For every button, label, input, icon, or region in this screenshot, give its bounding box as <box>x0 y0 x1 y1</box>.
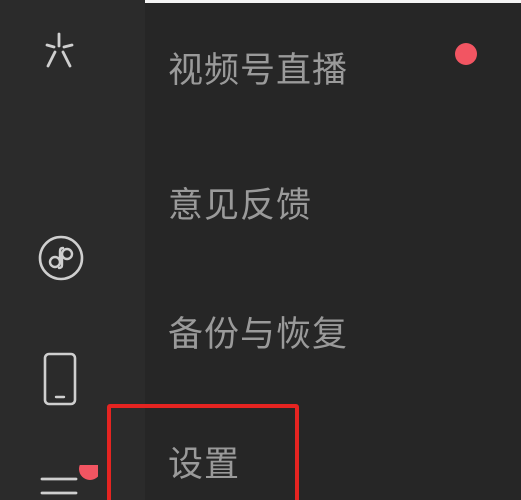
menu-item-feedback[interactable]: 意见反馈 <box>168 189 312 224</box>
phone-icon[interactable] <box>40 350 80 410</box>
settings-highlight-frame <box>107 404 299 500</box>
wechat-menu-screen: 视频号直播 意见反馈 备份与恢复 设置 <box>0 0 521 500</box>
menu-top-border <box>145 0 521 3</box>
new-badge-dot <box>455 43 477 65</box>
menu-item-channels-live[interactable]: 视频号直播 <box>168 54 348 89</box>
mini-program-icon[interactable] <box>36 233 86 283</box>
channels-icon[interactable] <box>39 29 79 69</box>
menu-item-backup-restore[interactable]: 备份与恢复 <box>168 318 348 353</box>
menu-icon[interactable] <box>38 465 98 500</box>
